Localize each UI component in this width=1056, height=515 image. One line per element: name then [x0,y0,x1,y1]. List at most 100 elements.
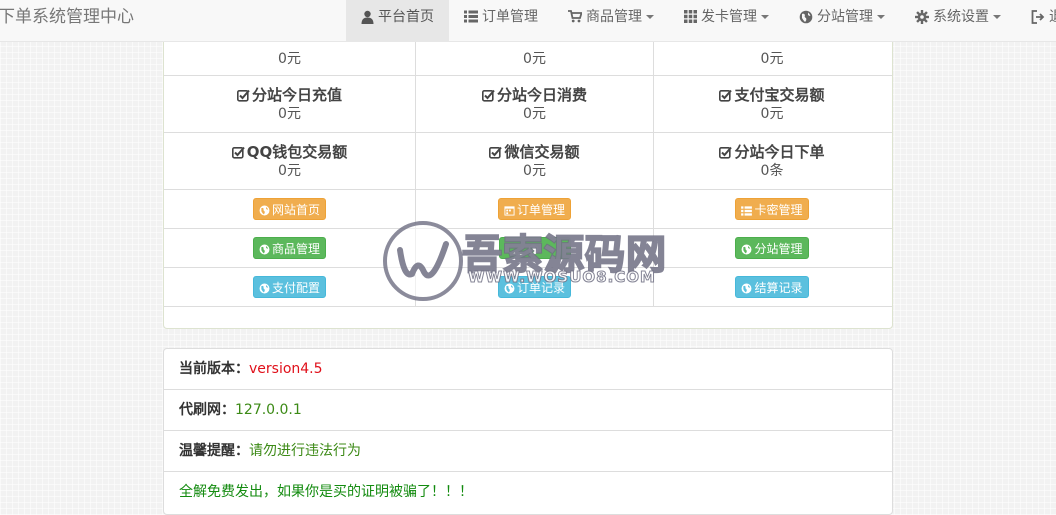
nav-item-label: 平台首页 [378,9,434,25]
stat-cell: 分站今日充值 0元 [164,76,416,132]
globe-icon [259,283,270,294]
nav-item-settings[interactable]: 系统设置 [900,0,1016,41]
card-manage-button[interactable]: 卡密管理 [735,198,809,220]
notice-row: 全解免费发出，如果你是买的证明被骗了！！！ [164,472,892,513]
globe-icon [742,283,752,294]
nav-item-label: 商品管理 [586,9,642,25]
stat-cell: 微信交易额 0元 [416,133,654,189]
check-square-icon [231,146,245,159]
tip-label: 温馨提醒： [179,443,249,459]
check-square-icon [236,89,250,102]
nav-menu: 平台首页 订单管理 商品管理 发卡管理 分站管理 系统设置 退 [346,0,1056,41]
list-icon [464,10,478,23]
button-row: 商品管理 分站管理 [164,229,892,268]
chevron-down-icon [877,15,885,19]
stat-value: 0元 [523,51,546,67]
stat-cell: 分站今日下单 0条 [654,133,890,189]
site-home-button[interactable]: 网站首页 [252,198,326,220]
obscured-button[interactable] [498,237,571,259]
button-label: 分站管理 [754,242,803,256]
product-manage-button[interactable]: 商品管理 [252,237,326,259]
stat-cell: QQ钱包交易额 0元 [164,133,416,189]
nav-item-label: 发卡管理 [701,9,757,25]
globe-icon [259,205,270,216]
cart-icon [568,10,582,23]
button-cell: 订单记录 [416,268,654,306]
stats-row: QQ钱包交易额 0元 微信交易额 0元 分站今日下单 0条 [164,133,892,190]
info-panel: 当前版本：version4.5 代刷网：127.0.0.1 温馨提醒：请勿进行违… [163,348,893,515]
brand-title[interactable]: 下单系统管理中心 [0,0,134,41]
top-navbar: 下单系统管理中心 平台首页 订单管理 商品管理 发卡管理 分站管理 系统设置 [0,0,1056,42]
button-label: 商品管理 [271,242,320,256]
stat-value: 0元 [278,106,301,122]
button-cell: 分站管理 [654,229,890,267]
settlement-records-button[interactable]: 结算记录 [735,276,809,298]
list-icon [741,206,753,216]
tip-row: 温馨提醒：请勿进行违法行为 [164,431,892,472]
stat-value: 0元 [760,106,784,122]
nav-item-logout[interactable]: 退 [1016,0,1056,41]
payment-config-button[interactable]: 支付配置 [252,276,326,298]
check-square-icon [719,89,733,102]
chevron-down-icon [646,15,654,19]
stat-value: 0元 [278,163,301,179]
calendar-icon [504,206,515,216]
tip-value: 请勿进行违法行为 [249,443,361,459]
globe-icon [504,283,515,294]
stat-value: 0条 [760,163,784,179]
logout-icon [1031,10,1045,24]
chevron-down-icon [761,15,769,19]
stat-value: 0元 [523,106,546,122]
globe-icon [742,244,752,255]
nav-item-label: 分站管理 [817,9,873,25]
nav-item-label: 系统设置 [933,9,989,25]
globe-icon [528,244,539,255]
order-records-button[interactable]: 订单记录 [497,276,571,298]
stat-value: 0元 [760,51,784,67]
button-label: 网站首页 [271,203,320,217]
gear-icon [915,10,929,24]
site-label: 代刷网： [179,402,235,418]
button-label: 卡密管理 [754,203,803,217]
stat-value: 0元 [523,163,546,179]
nav-item-products[interactable]: 商品管理 [553,0,669,41]
nav-item-orders[interactable]: 订单管理 [449,0,553,41]
version-label: 当前版本： [179,361,249,377]
button-row: 网站首页 订单管理 卡密管理 [164,190,892,229]
stats-panel: 0元 0元 0元 分站今日充值 0元 分站今日消费 0元 支付宝交易额 0元 Q… [163,30,893,329]
site-row: 代刷网：127.0.0.1 [164,390,892,431]
stat-value: 0元 [278,51,301,67]
stat-label: 支付宝交易额 [734,86,825,104]
button-cell: 订单管理 [416,190,654,228]
button-cell [416,229,654,267]
order-manage-button[interactable]: 订单管理 [497,198,571,220]
button-cell: 卡密管理 [654,190,890,228]
stat-label: 分站今日下单 [734,143,825,161]
button-cell: 结算记录 [654,268,890,306]
button-cell: 商品管理 [164,229,416,267]
nav-item-label: 退 [1049,0,1056,34]
nav-item-label: 订单管理 [482,9,538,25]
button-label: 支付配置 [271,281,320,295]
nav-item-cards[interactable]: 发卡管理 [669,0,784,41]
check-square-icon [719,146,733,159]
site-value: 127.0.0.1 [235,402,302,418]
user-icon [361,10,374,24]
stat-label: 分站今日充值 [251,86,342,104]
button-label: 结算记录 [754,281,803,295]
nav-item-home[interactable]: 平台首页 [346,0,449,41]
notice-text: 全解免费发出，如果你是买的证明被骗了！！！ [179,484,473,500]
stat-cell: 支付宝交易额 0元 [654,76,890,132]
stat-label: 分站今日消费 [496,86,587,104]
nav-item-substations[interactable]: 分站管理 [784,0,900,41]
grid-icon [684,10,697,23]
stat-label: 微信交易额 [504,143,580,161]
button-cell: 支付配置 [164,268,416,306]
check-square-icon [489,146,503,159]
version-value: version4.5 [249,361,323,377]
button-cell: 网站首页 [164,190,416,228]
globe-icon [799,10,813,24]
button-row: 支付配置 订单记录 结算记录 [164,268,892,307]
chevron-down-icon [993,15,1001,19]
substation-manage-button[interactable]: 分站管理 [735,237,809,259]
